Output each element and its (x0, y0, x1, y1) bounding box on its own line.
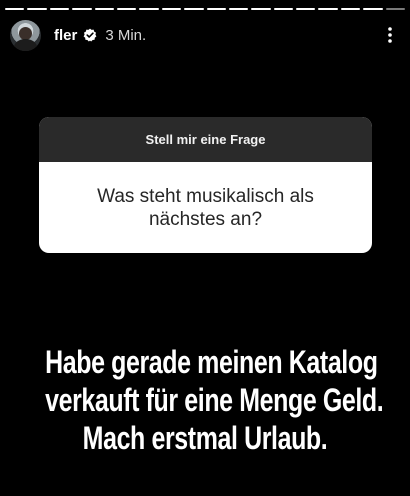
story-progress-segment (318, 8, 338, 10)
story-progress-segment (5, 8, 25, 10)
story-progress-segment (27, 8, 47, 10)
story-progress-segment (116, 8, 137, 10)
story-progress-segment (273, 8, 294, 10)
story-progress-segment (72, 8, 92, 10)
question-text: Was steht musikalisch als nächstes an? (97, 185, 314, 230)
story-progress-segment (139, 8, 159, 10)
verified-badge-icon (83, 28, 97, 42)
answer-text: Habe gerade meinen Katalog verkauft für … (0, 343, 410, 457)
story-progress-segment (184, 8, 204, 10)
story-progress-segment (296, 8, 316, 10)
story-progress-segment (161, 8, 182, 10)
story-progress-segment (94, 8, 114, 10)
story-progress-segment (49, 8, 70, 10)
post-time: 3 Min. (105, 26, 147, 44)
answer-line: Habe gerade meinen Katalog (45, 344, 378, 380)
answer-line: Mach erstmal Urlaub. (82, 420, 328, 456)
username[interactable]: fler (54, 27, 77, 44)
story-progress-segment (228, 8, 249, 10)
question-sticker-title: Stell mir eine Frage (39, 117, 372, 162)
story-progress-segment (363, 8, 383, 10)
story-progress-segment (251, 8, 271, 10)
story-progress-segment (206, 8, 226, 10)
more-vertical-icon[interactable] (380, 25, 400, 45)
story-progress-segment (340, 8, 361, 10)
question-sticker[interactable]: Stell mir eine Frage Was steht musikalis… (39, 117, 372, 253)
answer-line: verkauft für eine Menge Geld. (45, 382, 384, 418)
avatar[interactable] (10, 19, 41, 51)
story-progress-bar (5, 8, 406, 11)
story-progress-segment (385, 8, 406, 10)
story-header: fler 3 Min. (10, 18, 400, 52)
